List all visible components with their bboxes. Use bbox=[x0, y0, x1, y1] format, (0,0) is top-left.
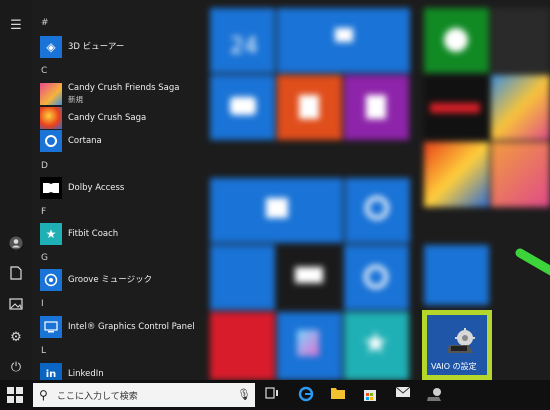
section-header-hash[interactable]: # bbox=[41, 18, 49, 28]
new-badge: 新規 bbox=[68, 95, 83, 104]
camera-icon bbox=[230, 97, 256, 115]
app-name: LinkedIn bbox=[68, 368, 104, 379]
microphone-icon[interactable]: 🎙 bbox=[237, 388, 251, 402]
news-tile[interactable] bbox=[210, 312, 275, 380]
netflix-tile[interactable] bbox=[424, 75, 489, 140]
cube-3d-icon: ◈ bbox=[40, 36, 62, 58]
app-name: 3D ビューアー bbox=[68, 41, 125, 52]
list-item-3d-viewer[interactable]: ◈ 3D ビューアー bbox=[40, 35, 200, 59]
dolby-tile[interactable] bbox=[277, 245, 342, 310]
cortana-icon bbox=[40, 130, 62, 152]
microsoft-store-icon[interactable] bbox=[361, 386, 379, 404]
groove-music-icon bbox=[40, 269, 62, 291]
vaio-tile-label: VAIO の設定 bbox=[431, 362, 477, 371]
mail-app-icon[interactable] bbox=[394, 386, 412, 404]
paint3d-icon bbox=[297, 330, 319, 356]
app-name: Groove ミュージック bbox=[68, 274, 153, 285]
section-header-d[interactable]: D bbox=[41, 161, 48, 171]
vaio-settings-taskbar-icon[interactable] bbox=[426, 386, 444, 404]
camera-tile[interactable] bbox=[210, 75, 275, 140]
section-header-c[interactable]: C bbox=[41, 66, 47, 76]
candy-friends-tile[interactable] bbox=[491, 75, 550, 140]
fitbit-tile[interactable]: ★ bbox=[344, 312, 409, 380]
office-tile[interactable] bbox=[277, 75, 342, 140]
section-header-l[interactable]: L bbox=[41, 346, 46, 356]
candy-crush-icon bbox=[40, 107, 62, 129]
linkedin-icon: in bbox=[40, 363, 62, 380]
list-item-groove-music[interactable]: Groove ミュージック bbox=[40, 268, 200, 292]
taskbar: ⚲ ここに入力して検索 🎙 bbox=[0, 380, 550, 410]
file-explorer-icon[interactable] bbox=[329, 386, 347, 404]
xbox-tile[interactable] bbox=[424, 8, 489, 73]
list-item-linkedin[interactable]: in LinkedIn bbox=[40, 362, 200, 380]
candy-crush-friends-icon bbox=[40, 83, 62, 105]
paint3d-tile[interactable] bbox=[277, 312, 342, 380]
fitbit-tile-star-icon: ★ bbox=[362, 326, 389, 361]
app-name: Intel® Graphics Control Panel bbox=[68, 321, 195, 332]
calendar-date: 24 bbox=[230, 34, 258, 59]
start-rail: ☰ ⚙ ⏻ bbox=[0, 0, 32, 380]
hamburger-menu-icon[interactable]: ☰ bbox=[8, 18, 24, 34]
blurred-tiles: 24 ★ bbox=[202, 0, 550, 380]
mail-tile[interactable] bbox=[277, 8, 410, 73]
search-placeholder: ここに入力して検索 bbox=[57, 392, 138, 402]
search-icon: ⚲ bbox=[39, 388, 48, 402]
list-item-candy-crush-friends[interactable]: Candy Crush Friends Saga 新規 bbox=[40, 82, 200, 106]
mail-icon bbox=[335, 28, 353, 42]
pictures-icon[interactable] bbox=[8, 298, 24, 314]
green-arrow-annotation bbox=[515, 248, 550, 276]
user-account-icon[interactable] bbox=[8, 236, 24, 252]
app-list: # ◈ 3D ビューアー C Candy Crush Friends Saga … bbox=[32, 0, 202, 380]
intel-graphics-icon bbox=[40, 316, 62, 338]
list-item-cortana[interactable]: Cortana bbox=[40, 129, 200, 153]
candy-crush-tile[interactable] bbox=[424, 142, 489, 207]
weather-tile[interactable] bbox=[210, 245, 275, 310]
list-item-dolby-access[interactable]: Dolby Access bbox=[40, 176, 200, 200]
dolby-tile-icon bbox=[295, 267, 323, 283]
windows-start-icon[interactable] bbox=[6, 386, 24, 404]
documents-icon[interactable] bbox=[8, 266, 24, 282]
list-item-fitbit-coach[interactable]: ★ Fitbit Coach bbox=[40, 222, 200, 246]
app-name: Fitbit Coach bbox=[68, 228, 119, 239]
vaio-settings-tile[interactable]: VAIO の設定 bbox=[422, 310, 492, 380]
task-view-icon[interactable] bbox=[263, 386, 281, 404]
section-header-g[interactable]: G bbox=[41, 253, 48, 263]
office-icon bbox=[299, 95, 319, 119]
edge-tile[interactable] bbox=[345, 178, 410, 243]
section-header-f[interactable]: F bbox=[41, 207, 46, 217]
app-name: Dolby Access bbox=[68, 182, 125, 193]
tiles-area: 24 ★ VAIO の設定 bbox=[202, 0, 550, 380]
game2-tile[interactable] bbox=[491, 142, 550, 207]
start-menu: ☰ ⚙ ⏻ # ◈ 3D ビューアー C Candy Crush Friends… bbox=[0, 0, 550, 380]
app-name: Cortana bbox=[68, 135, 102, 146]
list-item-intel-graphics[interactable]: Intel® Graphics Control Panel bbox=[40, 315, 200, 339]
power-icon[interactable]: ⏻ bbox=[8, 360, 24, 376]
netflix-logo bbox=[430, 103, 480, 113]
fitbit-star-icon: ★ bbox=[40, 223, 62, 245]
store-icon bbox=[266, 198, 288, 218]
app-name: Candy Crush Friends Saga bbox=[68, 83, 180, 93]
onenote-icon bbox=[366, 95, 386, 119]
calendar-tile[interactable]: 24 bbox=[210, 8, 275, 73]
vaio-laptop-gear-icon bbox=[447, 327, 477, 357]
groove-tile-icon bbox=[364, 265, 388, 289]
section-header-i[interactable]: I bbox=[41, 299, 44, 309]
groove-tile[interactable] bbox=[344, 245, 409, 310]
edge-browser-icon[interactable] bbox=[297, 386, 315, 404]
store-tile[interactable] bbox=[210, 178, 343, 243]
taskbar-search-box[interactable]: ⚲ ここに入力して検索 🎙 bbox=[33, 383, 255, 407]
onenote-tile[interactable] bbox=[344, 75, 409, 140]
dolby-icon bbox=[40, 177, 62, 199]
game-tile[interactable] bbox=[491, 8, 550, 73]
list-item-candy-crush[interactable]: Candy Crush Saga bbox=[40, 106, 200, 130]
settings-tile[interactable] bbox=[424, 245, 489, 305]
xbox-icon bbox=[444, 28, 468, 52]
edge-icon bbox=[365, 196, 389, 220]
app-name: Candy Crush Saga bbox=[68, 112, 147, 123]
settings-gear-icon[interactable]: ⚙ bbox=[8, 330, 24, 346]
